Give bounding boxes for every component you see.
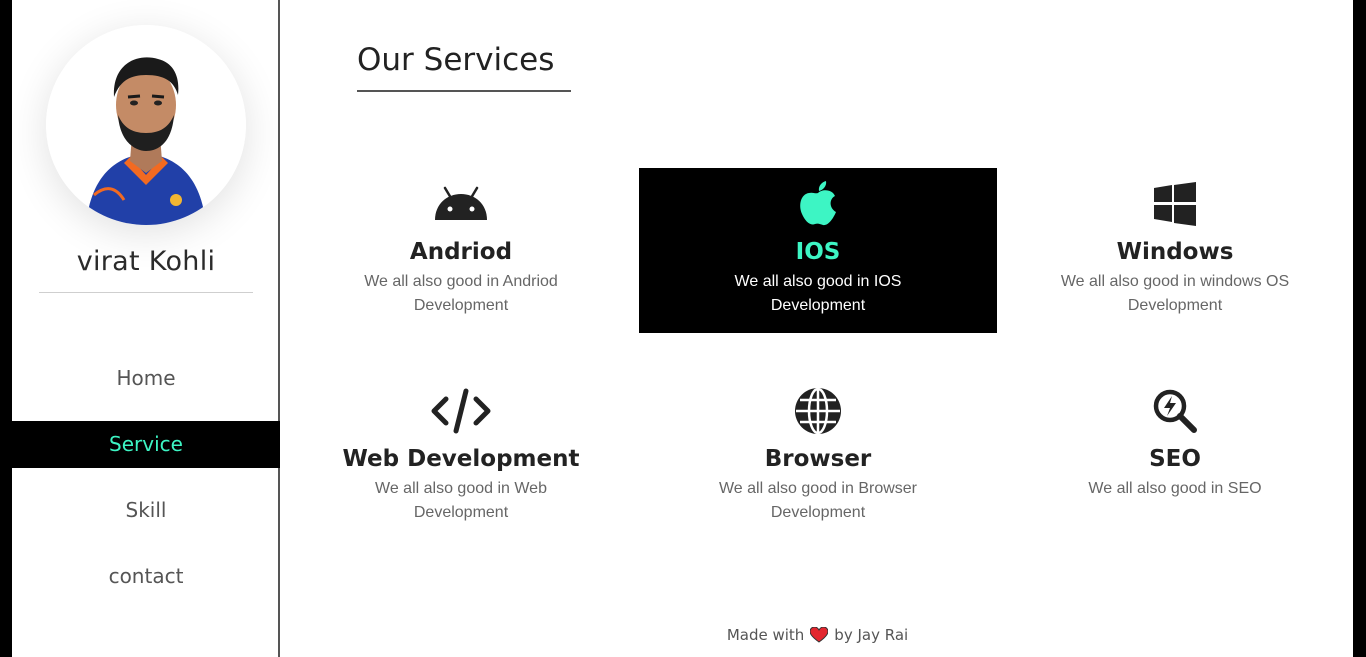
service-card-windows[interactable]: Windows We all also good in windows OS D…	[996, 168, 1354, 333]
service-card-ios[interactable]: IOS We all also good in IOS Development	[639, 168, 997, 333]
nav-item-service[interactable]: Service	[12, 421, 280, 468]
service-title: IOS	[795, 239, 841, 265]
main-content: Our Services Andriod We all also good in…	[282, 0, 1353, 657]
footer-prefix: Made with	[726, 626, 805, 644]
service-description: We all also good in Browser Development	[718, 480, 918, 521]
service-description: We all also good in SEO	[1088, 480, 1262, 497]
service-title: Web Development	[342, 446, 580, 472]
service-title: Windows	[1116, 239, 1234, 265]
android-icon	[435, 186, 487, 220]
page-title: Our Services	[357, 42, 555, 78]
service-description: We all also good in IOS Development	[734, 273, 902, 314]
globe-icon	[795, 387, 841, 435]
apple-icon	[800, 181, 836, 226]
profile-divider	[39, 292, 253, 293]
nav-item-skill[interactable]: Skill	[12, 487, 280, 534]
service-title: Andriod	[409, 239, 513, 265]
page-frame: virat Kohli Home Service Skill contact O…	[12, 0, 1353, 657]
nav-item-home[interactable]: Home	[12, 355, 280, 402]
service-description: We all also good in windows OS Developme…	[1060, 273, 1290, 314]
service-card-browser[interactable]: Browser We all also good in Browser Deve…	[639, 375, 997, 540]
windows-icon	[1154, 182, 1196, 226]
sidebar-nav: Home Service Skill contact	[12, 355, 280, 619]
service-card-android[interactable]: Andriod We all also good in Andriod Deve…	[282, 168, 640, 333]
footer: Made with by Jay Rai	[282, 626, 1353, 647]
code-icon	[431, 388, 491, 434]
service-title: SEO	[1149, 446, 1201, 472]
nav-item-contact[interactable]: contact	[12, 553, 280, 600]
title-underline	[357, 90, 571, 92]
service-description: We all also good in Andriod Development	[364, 273, 558, 314]
avatar-portrait	[46, 25, 246, 225]
profile-name: virat Kohli	[76, 246, 216, 277]
service-title: Browser	[764, 446, 872, 472]
avatar	[46, 25, 246, 225]
heart-icon	[809, 626, 829, 647]
footer-suffix: by Jay Rai	[834, 626, 909, 644]
sidebar: virat Kohli Home Service Skill contact	[12, 0, 280, 657]
seo-search-icon	[1153, 389, 1197, 433]
service-description: We all also good in Web Development	[375, 480, 547, 521]
service-card-web-development[interactable]: Web Development We all also good in Web …	[282, 375, 640, 540]
service-card-seo[interactable]: SEO We all also good in SEO	[996, 375, 1354, 540]
